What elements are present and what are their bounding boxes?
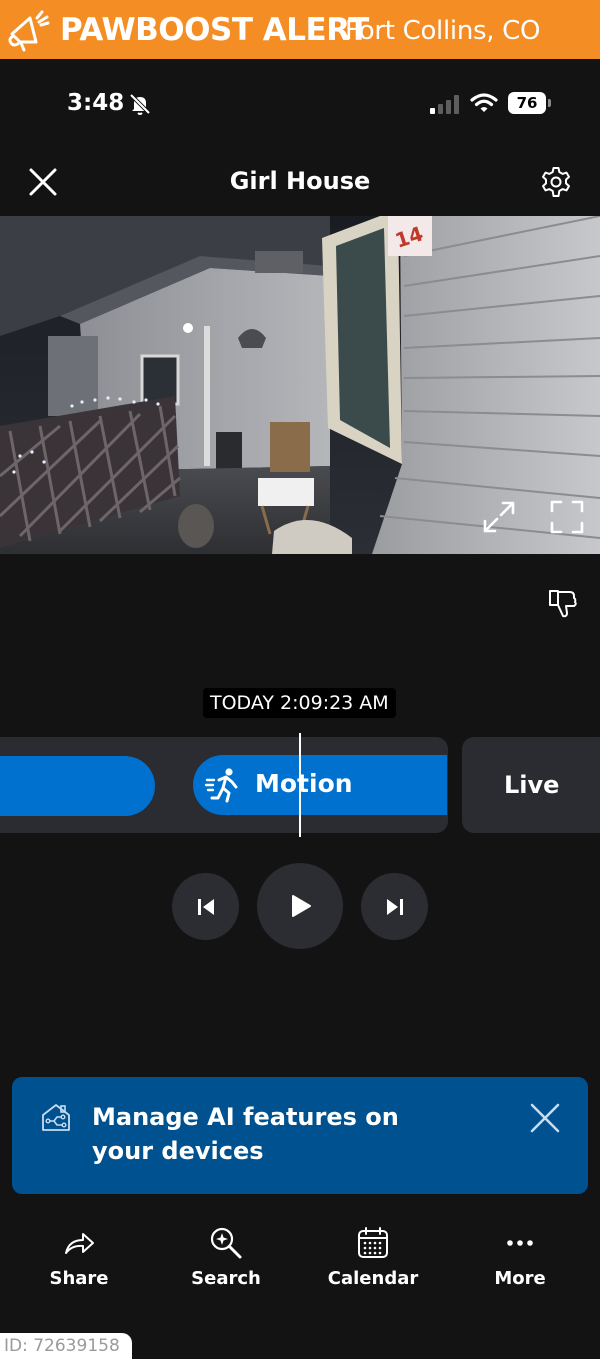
motion-event-label: Motion: [255, 769, 353, 798]
ai-features-text: Manage AI features on your devices: [92, 1103, 399, 1165]
live-button[interactable]: Live: [462, 737, 600, 833]
share-icon: [65, 1233, 94, 1254]
previous-event-button[interactable]: [172, 873, 239, 940]
cellular-signal-icon: [430, 95, 459, 114]
search-nav-button[interactable]: Search: [166, 1225, 286, 1289]
megaphone-icon: [8, 10, 50, 52]
alert-title: PAWBOOST ALERT: [60, 12, 369, 48]
alert-banner: PAWBOOST ALERT Fort Collins, CO: [0, 0, 600, 59]
page-title: Girl House: [229, 167, 371, 195]
share-nav-button[interactable]: Share: [19, 1225, 139, 1289]
timeline-event-previous[interactable]: [0, 756, 155, 816]
search-label: Search: [191, 1268, 261, 1289]
listing-id: ID: 72639158: [0, 1333, 132, 1359]
search-icon: [210, 1227, 242, 1259]
smart-home-icon: [42, 1104, 70, 1131]
skip-previous-icon: [197, 898, 214, 915]
bell-muted-icon: [129, 93, 151, 115]
thumbs-down-feedback-icon[interactable]: [546, 586, 580, 620]
ai-features-banner[interactable]: Manage AI features on your devices: [12, 1077, 588, 1194]
expand-icon[interactable]: [481, 499, 517, 535]
timeline-playhead[interactable]: [299, 733, 301, 837]
alert-location: Fort Collins, CO: [345, 16, 541, 46]
battery-indicator: 76: [508, 92, 552, 114]
live-label: Live: [504, 771, 560, 799]
calendar-nav-button[interactable]: Calendar: [313, 1225, 433, 1289]
more-icon: [507, 1240, 533, 1246]
calendar-label: Calendar: [327, 1268, 419, 1289]
play-button[interactable]: [257, 863, 343, 949]
skip-next-icon: [386, 898, 403, 915]
share-label: Share: [49, 1268, 109, 1289]
next-event-button[interactable]: [361, 873, 428, 940]
battery-tip: [548, 99, 551, 107]
battery-level: 76: [508, 92, 546, 114]
status-time: 3:48: [67, 90, 125, 116]
gear-icon[interactable]: [540, 166, 572, 198]
more-nav-button[interactable]: More: [460, 1225, 580, 1289]
play-icon: [292, 895, 311, 917]
more-label: More: [494, 1268, 546, 1289]
event-timestamp: TODAY 2:09:23 AM: [203, 688, 396, 718]
fullscreen-icon[interactable]: [549, 499, 585, 535]
calendar-icon: [358, 1227, 388, 1258]
motion-running-icon: [205, 768, 238, 803]
wifi-icon: [470, 93, 498, 112]
dismiss-banner-icon[interactable]: [528, 1101, 562, 1135]
